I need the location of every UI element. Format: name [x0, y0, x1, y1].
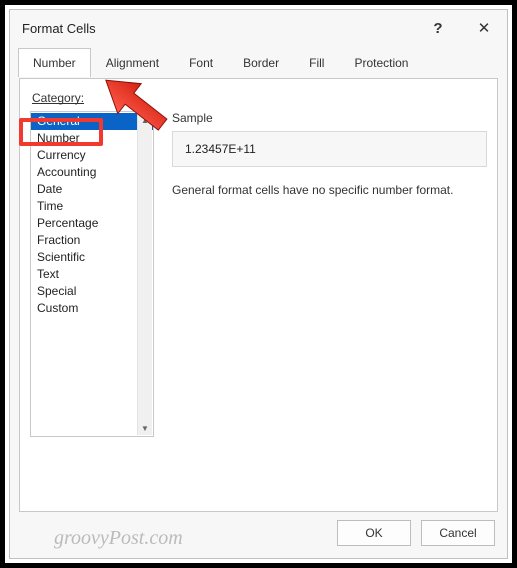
scrollbar[interactable]: ▲ ▼ [137, 113, 152, 435]
tab-alignment[interactable]: Alignment [91, 48, 174, 77]
format-description: General format cells have no specific nu… [172, 183, 487, 197]
list-item[interactable]: Custom [31, 300, 153, 317]
list-item[interactable]: Text [31, 266, 153, 283]
help-button[interactable]: ? [415, 10, 461, 46]
dialog-button-row: OK Cancel [337, 520, 495, 546]
format-cells-dialog: Format Cells ? ✕ NumberAlignmentFontBord… [9, 9, 508, 559]
list-item[interactable]: General [31, 113, 153, 130]
scroll-down-button[interactable]: ▼ [138, 421, 152, 435]
close-icon: ✕ [478, 19, 491, 37]
tab-border[interactable]: Border [228, 48, 294, 77]
scroll-up-button[interactable]: ▲ [138, 113, 152, 127]
ok-button[interactable]: OK [337, 520, 411, 546]
number-tab-panel: Category: GeneralNumberCurrencyAccountin… [19, 78, 498, 512]
list-item[interactable]: Number [31, 130, 153, 147]
list-item[interactable]: Special [31, 283, 153, 300]
list-item[interactable]: Percentage [31, 215, 153, 232]
category-label: Category: [32, 91, 487, 105]
tab-protection[interactable]: Protection [339, 48, 423, 77]
sample-label: Sample [172, 111, 487, 125]
list-item[interactable]: Time [31, 198, 153, 215]
list-item[interactable]: Date [31, 181, 153, 198]
help-icon: ? [433, 20, 442, 37]
tab-fill[interactable]: Fill [294, 48, 339, 77]
tab-font[interactable]: Font [174, 48, 228, 77]
category-listbox[interactable]: GeneralNumberCurrencyAccountingDateTimeP… [30, 111, 154, 437]
watermark-text: groovyPost.com [54, 527, 183, 550]
close-button[interactable]: ✕ [461, 10, 507, 46]
list-item[interactable]: Currency [31, 147, 153, 164]
tab-number[interactable]: Number [18, 48, 91, 77]
titlebar: Format Cells ? ✕ [10, 10, 507, 46]
tab-strip: NumberAlignmentFontBorderFillProtection [10, 48, 507, 77]
list-item[interactable]: Scientific [31, 249, 153, 266]
sample-value: 1.23457E+11 [172, 131, 487, 167]
dialog-title: Format Cells [22, 21, 96, 36]
list-item[interactable]: Accounting [31, 164, 153, 181]
cancel-button[interactable]: Cancel [421, 520, 495, 546]
list-item[interactable]: Fraction [31, 232, 153, 249]
